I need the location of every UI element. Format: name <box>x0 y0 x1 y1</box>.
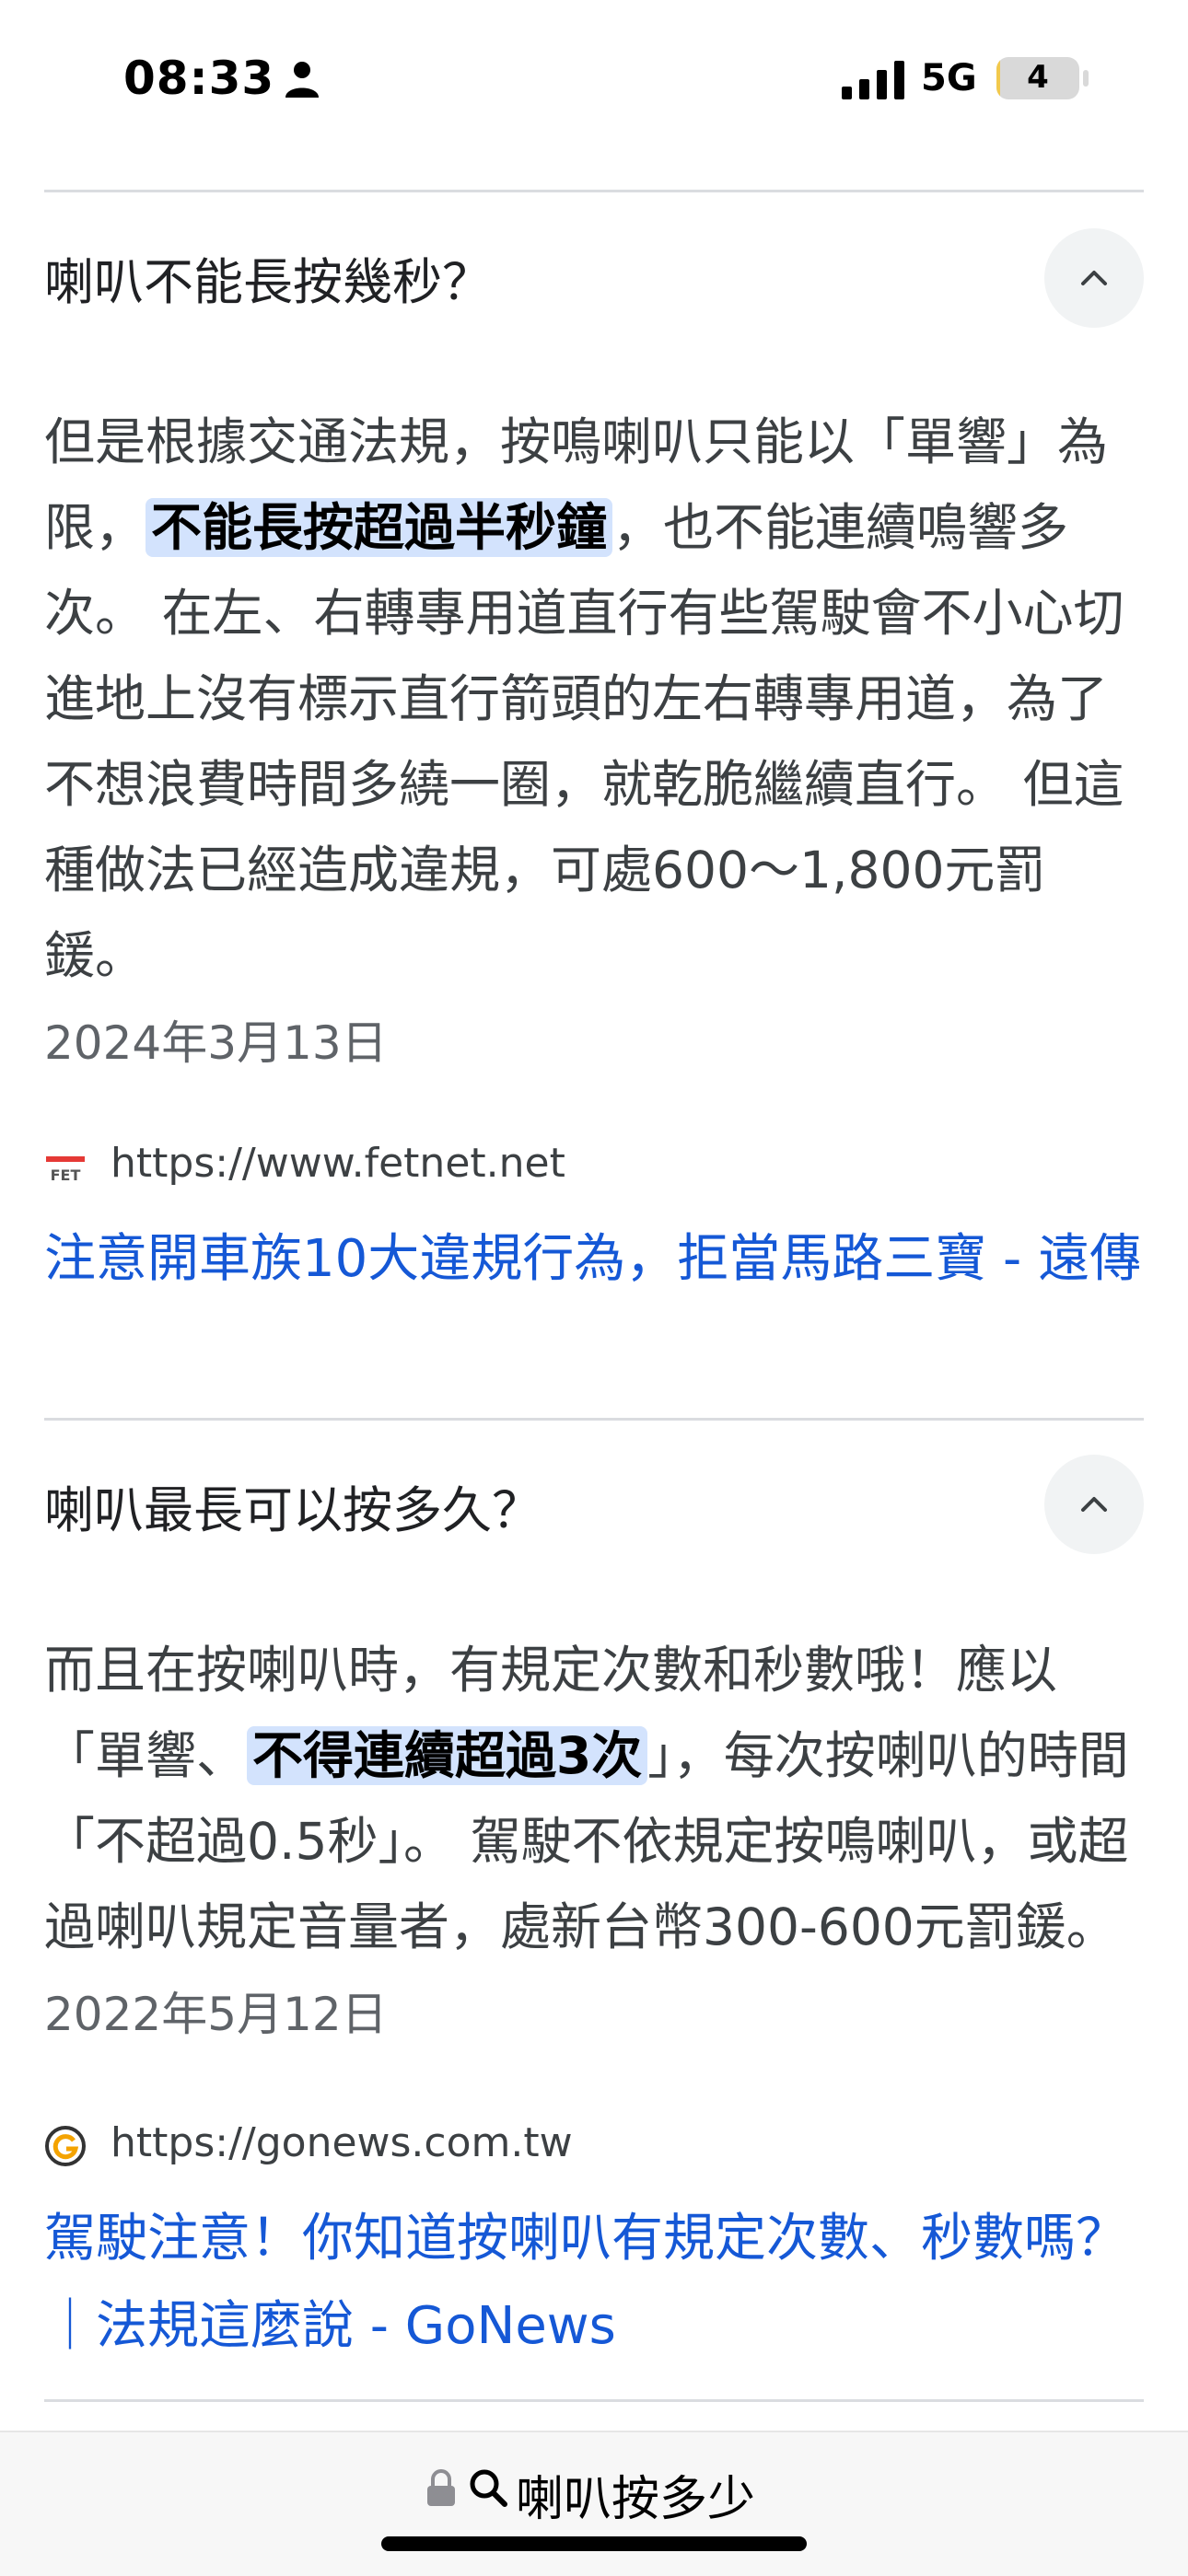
source-url: https://gonews.com.tw <box>111 2119 573 2166</box>
svg-text:FET: FET <box>51 1166 81 1184</box>
divider <box>44 2399 1144 2402</box>
result-link-1[interactable]: 注意開車族10大違規行為，拒當馬路三寶 - 遠傳 <box>44 1215 1144 1303</box>
network-type: 5G <box>921 57 977 99</box>
answer-text: ，也不能連續鳴響多次。 在左、右轉專用道直行有些駕駛會不小心切進地上沒有標示直行… <box>44 498 1124 985</box>
faq-answer-2: 而且在按喇叭時，有規定次數和秒數哦！應以「單響、 不得連續超過3次 」，每次按喇叭的… <box>44 1628 1144 2058</box>
answer-highlight: 不能長按超過半秒鐘 <box>146 498 613 557</box>
search-icon <box>470 2469 507 2507</box>
battery-percent: 4 <box>1027 59 1049 96</box>
answer-date: 2022年5月12日 <box>44 1988 388 2041</box>
lock-icon <box>427 2469 455 2506</box>
source-url: https://www.fetnet.net <box>111 1140 565 1187</box>
battery-cap <box>1083 70 1089 87</box>
gonews-favicon <box>45 2126 86 2166</box>
collapse-button-1[interactable] <box>1044 228 1144 328</box>
chevron-up-icon <box>1081 1497 1107 1512</box>
cellular-signal-icon <box>842 61 904 99</box>
status-time: 08:33 <box>123 52 275 105</box>
fetnet-favicon: FET <box>46 1156 85 1184</box>
result-link-2[interactable]: 駕駛注意！你知道按喇叭有規定次數、秒數嗎？｜法規這麼說 - GoNews <box>44 2195 1144 2370</box>
faq-question-1[interactable]: 喇叭不能長按幾秒？ <box>44 241 492 314</box>
home-indicator[interactable] <box>381 2536 807 2551</box>
status-bar: 08:33 5G 4 <box>0 0 1188 166</box>
answer-highlight: 不得連續超過3次 <box>247 1726 648 1785</box>
address-bar-query[interactable]: 喇叭按多少 <box>516 2460 755 2529</box>
divider <box>44 1418 1144 1421</box>
answer-date: 2024年3月13日 <box>44 1016 388 1070</box>
collapse-button-2[interactable] <box>1044 1455 1144 1554</box>
person-icon <box>285 62 319 98</box>
faq-question-2[interactable]: 喇叭最長可以按多久？ <box>44 1469 542 1542</box>
battery-icon: 4 <box>996 57 1079 99</box>
divider <box>44 190 1144 192</box>
chevron-up-icon <box>1081 271 1107 285</box>
faq-answer-1: 但是根據交通法規，按鳴喇叭只能以「單響」為限， 不能長按超過半秒鐘 ，也不能連續鳴響… <box>44 400 1144 1086</box>
address-bar[interactable]: 喇叭按多少 <box>0 2431 1188 2576</box>
